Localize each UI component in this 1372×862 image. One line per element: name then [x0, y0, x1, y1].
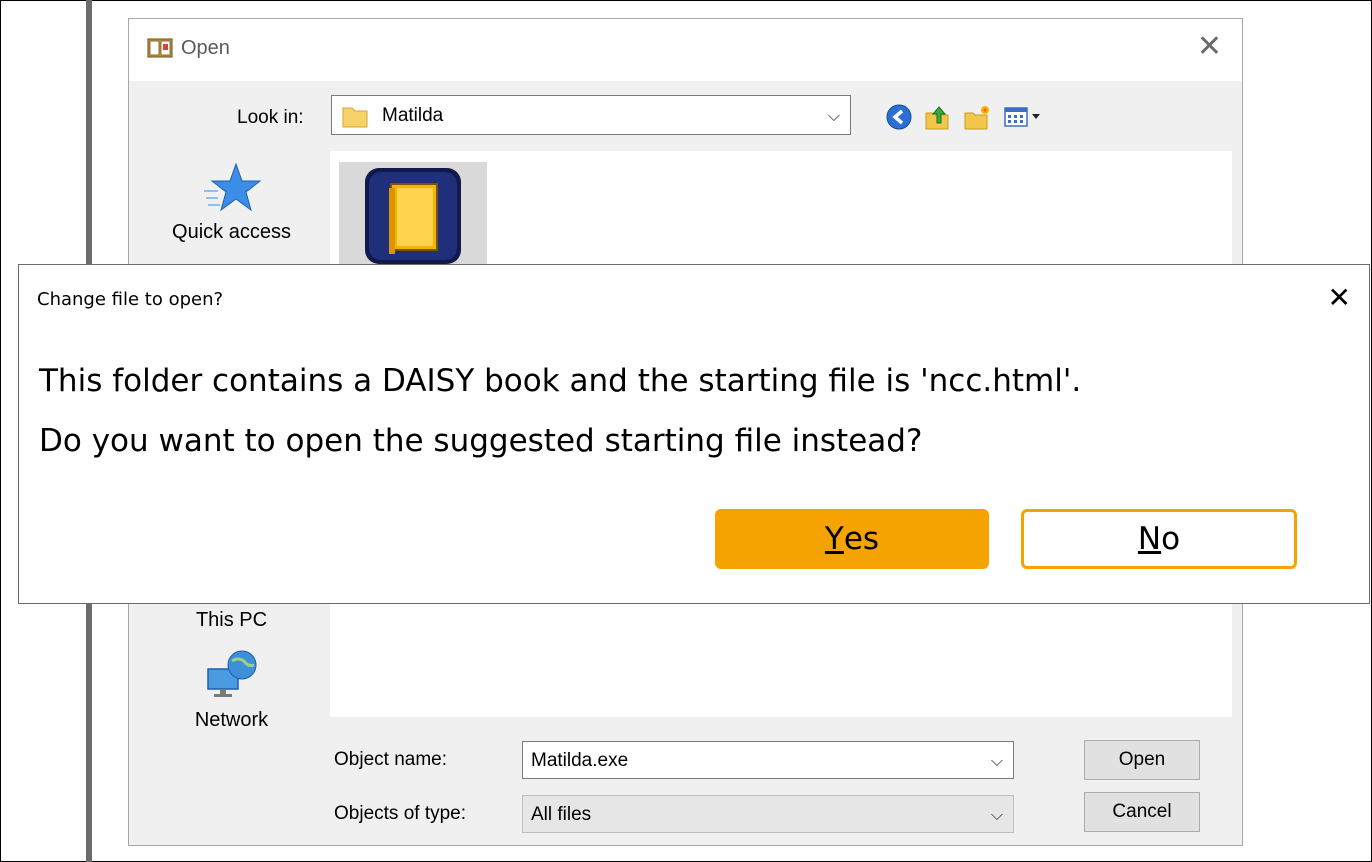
no-hotkey: N: [1137, 521, 1162, 557]
chevron-down-icon: ⌵: [827, 106, 840, 125]
object-name-field[interactable]: Matilda.exe ⌵: [522, 741, 1014, 779]
up-folder-icon[interactable]: [923, 103, 951, 131]
place-network-label: Network: [194, 709, 269, 731]
view-menu-icon[interactable]: [1003, 103, 1047, 131]
back-icon[interactable]: [885, 103, 913, 131]
network-icon: [206, 650, 256, 697]
yes-label: es: [843, 521, 880, 557]
place-quick-access[interactable]: Quick access: [145, 161, 318, 244]
close-icon[interactable]: ✕: [1328, 281, 1351, 314]
open-dialog-titlebar: Open ✕: [129, 19, 1242, 81]
place-network[interactable]: Network: [145, 647, 318, 732]
yes-button[interactable]: Yes: [715, 509, 989, 569]
new-folder-icon[interactable]: [963, 103, 991, 131]
object-name-label: Object name:: [334, 749, 447, 770]
close-icon[interactable]: ✕: [1197, 29, 1222, 64]
object-name-value: Matilda.exe: [531, 750, 629, 771]
chevron-down-icon: ⌵: [990, 805, 1003, 824]
chevron-down-icon[interactable]: ⌵: [991, 751, 1003, 771]
open-button[interactable]: Open: [1084, 740, 1200, 780]
look-in-label: Look in:: [237, 107, 304, 128]
objects-of-type-value: All files: [531, 804, 592, 825]
folder-icon: [342, 107, 368, 128]
objects-of-type-label: Objects of type:: [334, 803, 467, 824]
app-book-icon: [365, 168, 461, 264]
no-label: o: [1161, 521, 1181, 557]
place-this-pc-label: This PC: [195, 609, 268, 631]
change-file-dialog: Change file to open? ✕ This folder conta…: [18, 264, 1370, 604]
message-line-2: Do you want to open the suggested starti…: [39, 423, 923, 459]
message-dialog-title: Change file to open?: [37, 289, 224, 310]
look-in-dropdown[interactable]: Matilda ⌵: [331, 95, 851, 135]
objects-of-type-dropdown[interactable]: All files ⌵: [522, 795, 1014, 833]
place-quick-access-label: Quick access: [172, 221, 291, 243]
place-this-pc[interactable]: This PC: [145, 609, 318, 632]
book-icon: [147, 38, 173, 58]
no-button[interactable]: No: [1021, 509, 1297, 569]
look-in-value: Matilda: [382, 105, 444, 126]
message-line-1: This folder contains a DAISY book and th…: [39, 363, 1082, 399]
open-dialog-title: Open: [181, 37, 230, 59]
yes-hotkey: Y: [824, 521, 844, 557]
quick-access-star-icon: [203, 162, 261, 212]
cancel-button[interactable]: Cancel: [1084, 792, 1200, 832]
